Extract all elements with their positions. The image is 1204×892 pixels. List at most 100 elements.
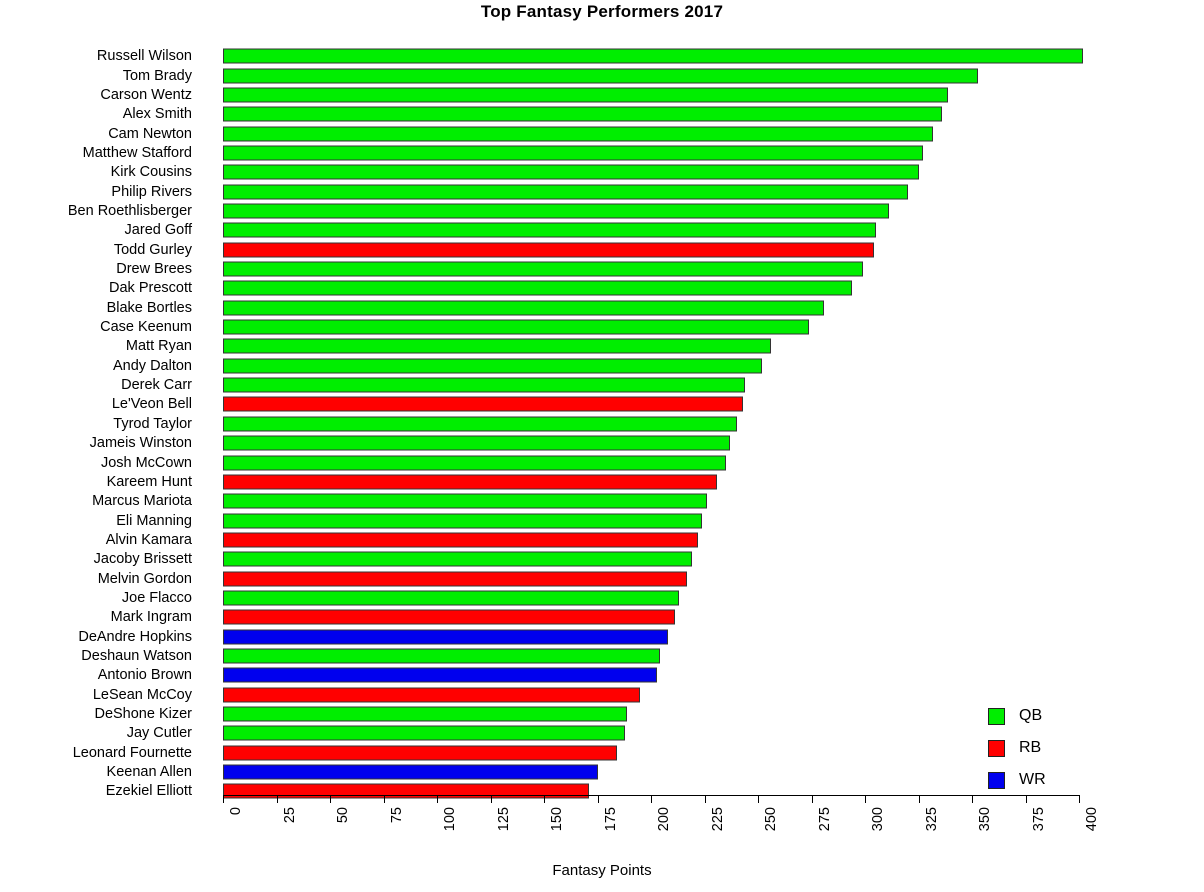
bar-row: Mark Ingram: [0, 608, 1204, 627]
bar: [223, 126, 934, 142]
legend-swatch-icon: [988, 707, 1005, 725]
x-tick-label: 250: [763, 807, 779, 832]
bar-row: Todd Gurley: [0, 240, 1204, 259]
x-tick-mark: [758, 795, 759, 803]
bar: [223, 396, 744, 412]
bar-row: Philip Rivers: [0, 182, 1204, 201]
bar-row: Cam Newton: [0, 124, 1204, 143]
bar-category-label: Mark Ingram: [110, 609, 192, 626]
bar-row: Tom Brady: [0, 66, 1204, 85]
x-tick-label: 25: [281, 807, 298, 824]
x-tick-label: 0: [228, 807, 244, 816]
bar: [223, 377, 746, 393]
bar-row: Alvin Kamara: [0, 530, 1204, 549]
bar-category-label: Leonard Fournette: [72, 744, 192, 761]
x-tick-label: 300: [870, 807, 886, 832]
bar: [223, 203, 889, 219]
bar: [223, 551, 692, 567]
bar-row: Kirk Cousins: [0, 163, 1204, 182]
x-tick-label: 325: [923, 807, 940, 832]
bar-category-label: Deshaun Watson: [81, 647, 192, 664]
x-tick-label: 100: [442, 807, 458, 832]
bar-category-label: Tyrod Taylor: [113, 415, 192, 432]
bar: [223, 164, 919, 180]
bar: [223, 416, 737, 432]
bar: [223, 319, 810, 335]
bar: [223, 513, 703, 529]
bar-row: Andy Dalton: [0, 356, 1204, 375]
bar-row: Antonio Brown: [0, 666, 1204, 685]
bar: [223, 532, 699, 548]
bar-category-label: Antonio Brown: [97, 667, 192, 684]
bar-category-label: Jay Cutler: [126, 725, 192, 742]
bar: [223, 783, 589, 799]
x-tick-mark: [223, 795, 224, 803]
x-tick-mark: [383, 795, 385, 803]
x-tick-mark: [276, 795, 278, 803]
bar: [223, 590, 679, 606]
bar-category-label: Keenan Allen: [106, 763, 192, 780]
bar-row: Josh McCown: [0, 453, 1204, 472]
x-tick-mark: [865, 795, 866, 803]
bar-row: Eli Manning: [0, 511, 1204, 530]
x-tick-mark: [330, 795, 331, 803]
bar-row: Dak Prescott: [0, 279, 1204, 298]
bar-row: Jacoby Brissett: [0, 550, 1204, 569]
bar-category-label: Matt Ryan: [125, 338, 192, 355]
bar-category-label: Dak Prescott: [109, 280, 192, 297]
legend: QB RB WR: [988, 700, 1108, 796]
x-tick-label: 400: [1084, 807, 1100, 832]
x-tick-label: 150: [549, 807, 565, 832]
bar-category-label: Kirk Cousins: [110, 164, 192, 181]
bar: [223, 300, 825, 316]
x-tick-label: 175: [602, 807, 619, 832]
bar-row: Jared Goff: [0, 221, 1204, 240]
bar-category-label: Jameis Winston: [89, 434, 192, 451]
bar-category-label: Andy Dalton: [113, 357, 192, 374]
x-tick-mark: [651, 795, 652, 803]
bar-category-label: Derek Carr: [121, 376, 192, 393]
x-tick-label: 350: [977, 807, 993, 832]
bar-category-label: Todd Gurley: [113, 241, 192, 258]
bar: [223, 648, 660, 664]
bar-row: Drew Brees: [0, 259, 1204, 278]
bar-category-label: Case Keenum: [100, 318, 192, 335]
bar-row: Blake Bortles: [0, 298, 1204, 317]
legend-label: RB: [1019, 739, 1042, 756]
x-tick-mark: [490, 795, 492, 803]
bar-row: Ben Roethlisberger: [0, 201, 1204, 220]
bar-category-label: Marcus Mariota: [92, 492, 192, 509]
bar: [223, 242, 874, 258]
bar-category-label: DeAndre Hopkins: [78, 628, 192, 645]
x-tick-mark: [972, 795, 973, 803]
bar-category-label: Carson Wentz: [100, 86, 192, 103]
bar: [223, 261, 863, 277]
bar-category-label: Jacoby Brissett: [93, 551, 192, 568]
bar: [223, 725, 626, 741]
x-tick-label: 200: [656, 807, 672, 832]
x-tick-mark: [704, 795, 706, 803]
bar-row: Matt Ryan: [0, 337, 1204, 356]
legend-swatch-icon: [988, 739, 1005, 757]
bar-category-label: Tom Brady: [122, 67, 192, 84]
bar-category-label: Drew Brees: [116, 260, 192, 277]
legend-item: WR: [988, 764, 1108, 796]
bar: [223, 338, 771, 354]
legend-label: WR: [1019, 771, 1046, 788]
bar-category-label: Ezekiel Elliott: [105, 783, 192, 800]
bar-category-label: Blake Bortles: [106, 299, 192, 316]
bar-category-label: Matthew Stafford: [82, 144, 192, 161]
bar: [223, 184, 908, 200]
bar: [223, 609, 675, 625]
legend-item: QB: [988, 700, 1108, 732]
bar-category-label: Alvin Kamara: [105, 531, 192, 548]
bar-category-label: Alex Smith: [122, 105, 192, 122]
bar-row: DeAndre Hopkins: [0, 627, 1204, 646]
bar: [223, 106, 943, 122]
x-tick-label: 225: [709, 807, 726, 832]
bar-row: Alex Smith: [0, 105, 1204, 124]
bar: [223, 455, 726, 471]
bar: [223, 571, 688, 587]
bar-category-label: Jared Goff: [124, 222, 192, 239]
bar-row: Jameis Winston: [0, 434, 1204, 453]
